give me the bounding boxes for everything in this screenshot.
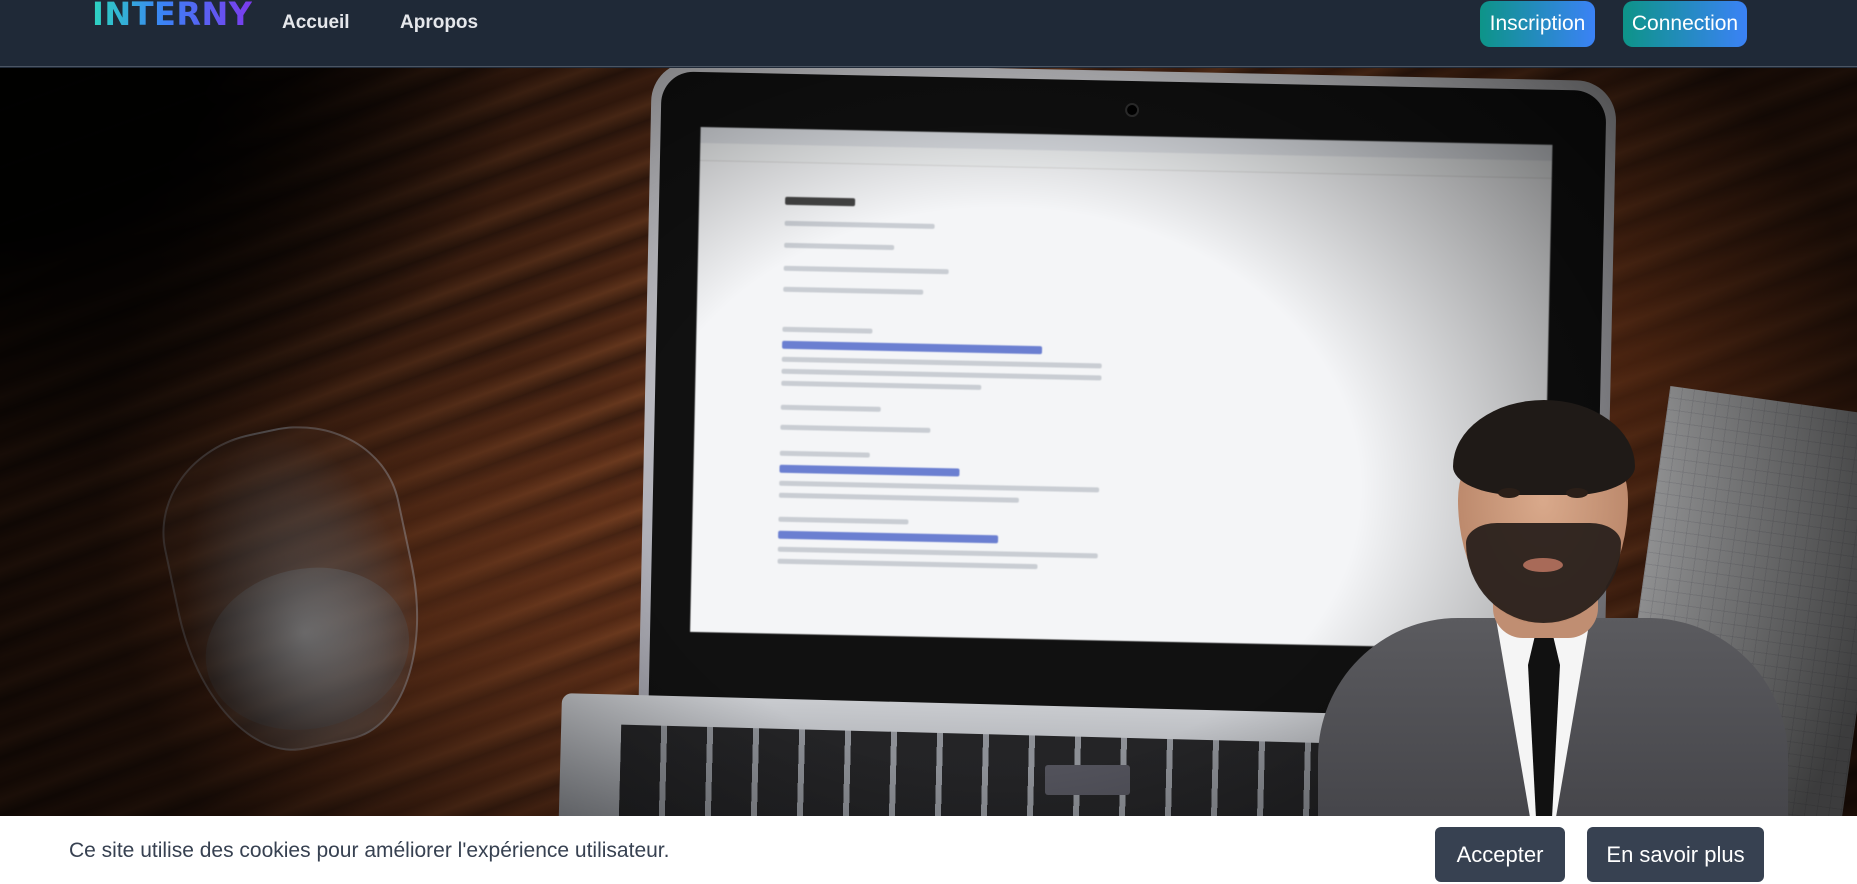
presenter-avatar bbox=[1318, 388, 1788, 816]
site-logo[interactable]: INTERNY bbox=[92, 0, 252, 34]
accept-cookies-button[interactable]: Accepter bbox=[1435, 827, 1565, 882]
presenter-hair bbox=[1453, 400, 1635, 495]
login-button[interactable]: Connection bbox=[1623, 1, 1747, 47]
learn-more-button[interactable]: En savoir plus bbox=[1587, 827, 1764, 882]
presenter-eye bbox=[1498, 488, 1520, 498]
hero-video[interactable] bbox=[0, 68, 1857, 816]
signup-button[interactable]: Inscription bbox=[1480, 1, 1595, 47]
presenter-eye bbox=[1566, 488, 1588, 498]
navbar: INTERNY Accueil Apropos Inscription Conn… bbox=[0, 0, 1857, 67]
presenter-mouth bbox=[1523, 558, 1563, 572]
cookie-message: Ce site utilise des cookies pour amélior… bbox=[69, 839, 670, 862]
nav-link-apropos[interactable]: Apropos bbox=[400, 10, 478, 36]
cookie-banner: Ce site utilise des cookies pour amélior… bbox=[0, 816, 1857, 884]
nav-link-accueil[interactable]: Accueil bbox=[282, 10, 350, 36]
